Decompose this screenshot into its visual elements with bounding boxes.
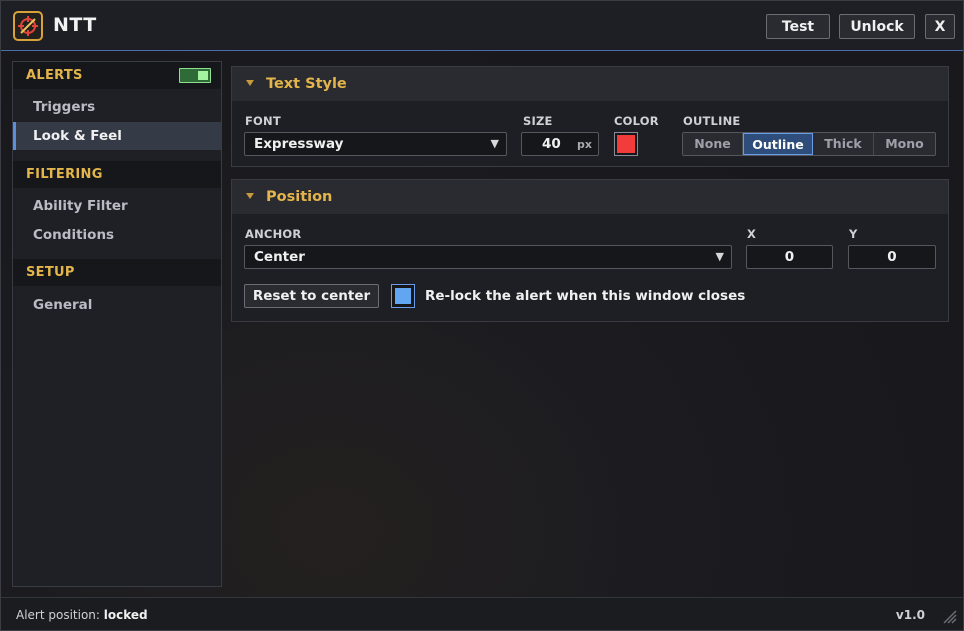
reset-to-center-button[interactable]: Reset to center [244, 284, 379, 308]
status-state: locked [103, 608, 148, 622]
size-unit: px [577, 138, 592, 151]
anchor-value: Center [254, 249, 305, 265]
outline-label: OUTLINE [683, 114, 741, 128]
relock-checkbox[interactable] [391, 284, 415, 308]
anchor-label: ANCHOR [245, 227, 302, 241]
app-title: NTT [53, 14, 97, 36]
color-swatch-fill [617, 135, 635, 153]
checkbox-checked-fill [395, 288, 411, 304]
sidebar-section-filtering: FILTERING [13, 161, 221, 188]
collapse-triangle-icon [246, 193, 254, 199]
sidebar-item-look-and-feel[interactable]: Look & Feel [13, 122, 221, 150]
toggle-knob [198, 71, 208, 80]
sidebar-section-label: FILTERING [26, 167, 103, 182]
crosshair-logo-icon [13, 11, 43, 41]
font-label: FONT [245, 114, 281, 128]
size-label: SIZE [523, 114, 553, 128]
dropdown-arrow-icon: ▼ [490, 137, 499, 150]
test-button[interactable]: Test [766, 14, 830, 39]
size-input[interactable]: 40 px [521, 132, 599, 156]
sidebar-item-triggers[interactable]: Triggers [13, 93, 221, 121]
position-header[interactable]: Position [232, 180, 948, 214]
outline-option-mono[interactable]: Mono [874, 133, 935, 155]
text-style-panel: Text Style FONT Expressway ▼ SIZE 40 px … [231, 66, 949, 167]
font-value: Expressway [254, 136, 344, 152]
status-prefix: Alert position: [16, 608, 100, 622]
font-select[interactable]: Expressway ▼ [244, 132, 507, 156]
text-style-header[interactable]: Text Style [232, 67, 948, 101]
version-label: v1.0 [895, 608, 925, 622]
x-label: X [747, 227, 757, 241]
sidebar-section-alerts: ALERTS [13, 62, 221, 89]
sidebar-item-general[interactable]: General [13, 291, 221, 319]
alerts-enabled-toggle[interactable] [179, 68, 211, 83]
panel-title: Text Style [266, 76, 347, 92]
panel-title: Position [266, 189, 333, 205]
relock-label[interactable]: Re-lock the alert when this window close… [425, 288, 745, 304]
status-bar: Alert position: locked v1.0 [1, 597, 963, 630]
sidebar-section-setup: SETUP [13, 259, 221, 286]
sidebar: ALERTS Triggers Look & Feel FILTERING Ab… [12, 61, 222, 587]
y-input[interactable]: 0 [848, 245, 936, 269]
outline-option-outline[interactable]: Outline [743, 133, 813, 155]
x-input[interactable]: 0 [746, 245, 833, 269]
app-window: NTT Test Unlock X ALERTS Triggers Look &… [0, 0, 964, 631]
collapse-triangle-icon [246, 80, 254, 86]
sidebar-section-label: SETUP [26, 265, 75, 280]
dropdown-arrow-icon: ▼ [715, 250, 724, 263]
close-button[interactable]: X [925, 14, 955, 39]
resize-grip-icon[interactable] [941, 608, 957, 624]
sidebar-item-ability-filter[interactable]: Ability Filter [13, 192, 221, 220]
unlock-button[interactable]: Unlock [839, 14, 915, 39]
alert-position-status: Alert position: locked [16, 608, 148, 622]
y-label: Y [849, 227, 858, 241]
color-label: COLOR [614, 114, 659, 128]
outline-option-thick[interactable]: Thick [813, 133, 874, 155]
outline-option-none[interactable]: None [683, 133, 743, 155]
sidebar-section-label: ALERTS [26, 68, 83, 83]
outline-segmented-control: None Outline Thick Mono [682, 132, 936, 156]
anchor-select[interactable]: Center ▼ [244, 245, 732, 269]
position-panel: Position ANCHOR Center ▼ X 0 Y 0 Reset t… [231, 179, 949, 322]
color-swatch[interactable] [614, 132, 638, 156]
size-value: 40 [542, 136, 561, 152]
sidebar-item-conditions[interactable]: Conditions [13, 221, 221, 249]
title-bar: NTT Test Unlock X [1, 1, 963, 51]
